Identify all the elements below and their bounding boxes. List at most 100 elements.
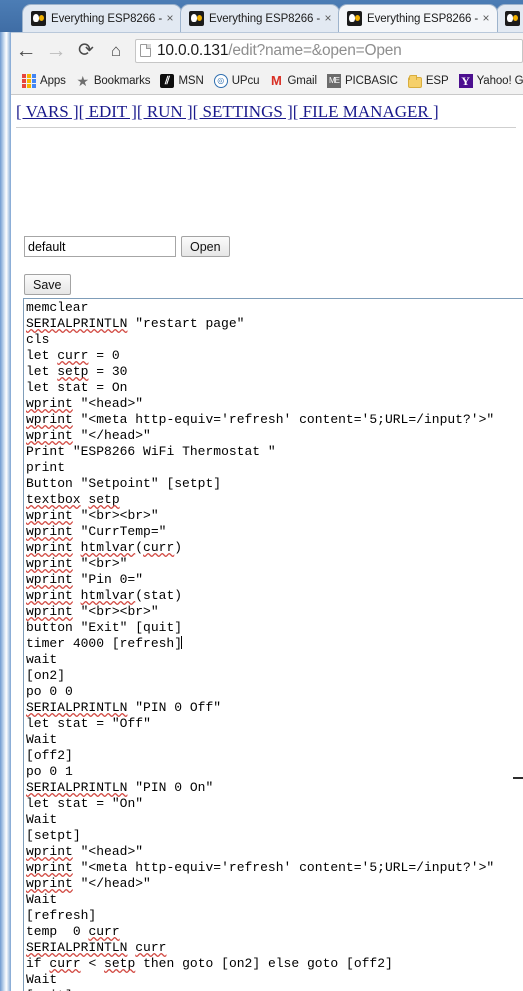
close-icon[interactable]: × — [163, 11, 177, 26]
code-line: [off2] — [26, 748, 73, 763]
misspelled-word: wprint — [26, 508, 73, 523]
code-line: wprint "<head>" — [26, 396, 144, 411]
misspelled-word: setp — [104, 956, 136, 971]
esp8266-favicon — [505, 11, 520, 26]
forward-icon[interactable]: → — [41, 36, 71, 66]
browser-toolbar: ← → ⟳ ⌂ 10.0.0.131/edit?name=&open=Open — [11, 32, 523, 68]
code-line: if curr < setp then goto [on2] else goto… — [26, 956, 393, 971]
misspelled-word: curr — [143, 540, 175, 555]
bookmark-bookmarks[interactable]: ★ Bookmarks — [71, 70, 156, 92]
horizontal-rule — [16, 127, 516, 128]
code-line: let curr = 0 — [26, 348, 120, 363]
tab-strip: Everything ESP8266 - × Everything ESP826… — [0, 0, 523, 32]
code-line: [setpt] — [26, 828, 81, 843]
bookmark-picbasic[interactable]: ME PICBASIC — [322, 70, 403, 92]
esp8266-favicon — [189, 11, 204, 26]
code-line: wprint "<head>" — [26, 844, 144, 859]
browser-tab-2[interactable]: Everything ESP8266 - × — [180, 4, 340, 32]
apps-grid-icon — [22, 74, 36, 88]
picbasic-icon: ME — [326, 74, 341, 88]
address-bar[interactable]: 10.0.0.131/edit?name=&open=Open — [135, 38, 523, 63]
misspelled-word: wprint — [26, 604, 73, 619]
code-line: po 0 1 — [26, 764, 73, 779]
bookmark-label: Gmail — [287, 75, 317, 87]
browser-tab-3-active[interactable]: Everything ESP8266 - × — [338, 4, 498, 32]
open-button[interactable]: Open — [181, 236, 230, 257]
code-line: Wait — [26, 812, 58, 827]
home-icon[interactable]: ⌂ — [101, 36, 131, 66]
msn-icon: ⫽ — [160, 74, 175, 88]
misspelled-word: wprint — [26, 572, 73, 587]
code-line: SERIALPRINTLN curr — [26, 940, 523, 956]
bookmark-msn[interactable]: ⫽ MSN — [155, 70, 208, 92]
code-line: [refresh] — [26, 908, 97, 923]
bookmark-upcu[interactable]: ◎ UPcu — [209, 70, 265, 92]
bookmark-label: Apps — [40, 75, 66, 87]
misspelled-word: wprint — [26, 844, 73, 859]
nav-link-settings[interactable]: [ SETTINGS ] — [193, 102, 293, 121]
code-line: let stat = On — [26, 380, 128, 395]
code-line: wprint "<br><br>" — [26, 508, 159, 523]
misspelled-word: curr — [88, 924, 120, 939]
nav-link-vars[interactable]: [ VARS ] — [16, 102, 79, 121]
bookmarks-bar: Apps ★ Bookmarks ⫽ MSN ◎ UPcu M Gmail ME… — [11, 68, 523, 95]
misspelled-word: curr — [49, 956, 81, 971]
misspelled-word: setp — [57, 364, 89, 379]
misspelled-word: wprint — [26, 524, 73, 539]
code-line: Wait — [26, 892, 58, 907]
misspelled-word: wprint — [26, 540, 73, 555]
misspelled-word: wprint — [26, 876, 73, 891]
code-line: let stat = "On" — [26, 796, 144, 811]
bookmark-esp-folder[interactable]: ESP — [403, 70, 454, 92]
code-line: textbox setp — [26, 492, 523, 508]
misspelled-word: wprint — [26, 860, 73, 875]
code-line: wprint "</head>" — [26, 428, 151, 443]
back-icon[interactable]: ← — [11, 36, 41, 66]
close-icon[interactable]: × — [321, 11, 335, 26]
bookmark-label: Bookmarks — [93, 75, 151, 87]
bookmark-label: ESP — [425, 75, 449, 87]
misspelled-word: wprint — [26, 396, 73, 411]
code-line: wait — [26, 652, 58, 667]
nav-link-edit[interactable]: [ EDIT ] — [79, 102, 137, 121]
code-line: let setp = 30 — [26, 364, 128, 379]
yahoo-icon: Y — [458, 74, 473, 88]
tab-title: Everything ESP8266 - — [209, 12, 321, 25]
url-host: 10.0.0.131 — [157, 41, 229, 59]
browser-window: Everything ESP8266 - × Everything ESP826… — [0, 0, 523, 991]
window-left-edge — [0, 0, 11, 991]
esp8266-favicon — [347, 11, 362, 26]
page-nav-links: [ VARS ][ EDIT ][ RUN ][ SETTINGS ][ FIL… — [16, 102, 439, 122]
code-line: wprint "<br><br>" — [26, 604, 159, 619]
save-button[interactable]: Save — [24, 274, 71, 295]
browser-tab-4-partial[interactable] — [496, 4, 523, 32]
filename-input[interactable] — [24, 236, 176, 257]
misspelled-word: wprint — [26, 556, 73, 571]
close-icon[interactable]: × — [479, 11, 493, 26]
bookmark-apps[interactable]: Apps — [17, 70, 71, 92]
nav-link-file-manager[interactable]: [ FILE MANAGER ] — [293, 102, 439, 121]
gmail-icon: M — [271, 73, 282, 88]
misspelled-word: wprint — [26, 588, 73, 603]
browser-tab-1[interactable]: Everything ESP8266 - × — [22, 4, 182, 32]
code-line: SERIALPRINTLN "restart page" — [26, 316, 245, 331]
code-line: cls — [26, 332, 50, 347]
code-line: let stat = "Off" — [26, 716, 151, 731]
code-line: SERIALPRINTLN "PIN 0 On" — [26, 780, 214, 795]
nav-link-run[interactable]: [ RUN ] — [137, 102, 193, 121]
tab-title: Everything ESP8266 - — [51, 12, 163, 25]
code-line: wprint htmlvar(curr) — [26, 540, 183, 555]
misspelled-word: SERIALPRINTLN — [26, 316, 128, 331]
code-editor-textarea[interactable]: memclear SERIALPRINTLN "restart page" cls l… — [23, 298, 523, 991]
star-icon: ★ — [76, 73, 90, 89]
code-line: temp 0 curr — [26, 924, 120, 939]
upcu-icon: ◎ — [213, 74, 228, 88]
code-line: wprint "<meta http-equiv='refresh' conte… — [26, 412, 495, 427]
render-artifact-dash — [513, 777, 523, 779]
code-line: wprint htmlvar(stat) — [26, 588, 183, 603]
url-path: /edit?name=&open=Open — [228, 41, 402, 59]
code-line: Button "Setpoint" [setpt] — [26, 476, 222, 491]
bookmark-gmail[interactable]: M Gmail — [264, 70, 322, 92]
bookmark-yahoo[interactable]: Y Yahoo! G — [454, 70, 523, 92]
reload-icon[interactable]: ⟳ — [71, 36, 101, 66]
